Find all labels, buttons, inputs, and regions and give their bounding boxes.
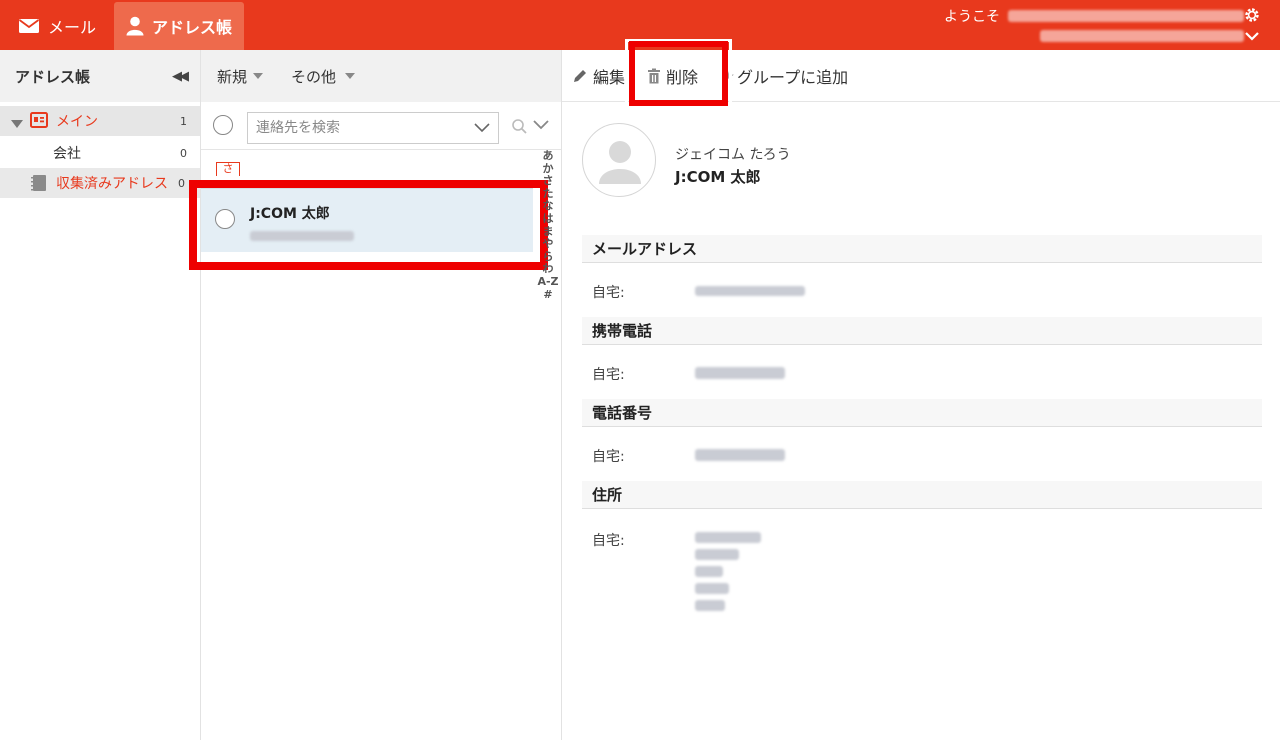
section-title: 電話番号: [592, 404, 653, 422]
contact-select-checkbox[interactable]: [215, 209, 235, 229]
section-address: 住所: [582, 481, 1262, 509]
field-label: 自宅:: [592, 449, 625, 465]
delete-button[interactable]: 削除: [647, 64, 698, 88]
sidebar-item-collected-addresses[interactable]: 収集済みアドレス 0: [0, 168, 200, 198]
account-email-redacted: [1008, 10, 1244, 22]
section-email: メールアドレス: [582, 235, 1262, 263]
field-label: 自宅:: [592, 285, 625, 301]
mail-tab[interactable]: メール: [18, 2, 96, 50]
section-title: 携帯電話: [592, 322, 653, 340]
section-phone: 電話番号: [582, 399, 1262, 427]
sidebar-item-label: 収集済みアドレス: [56, 176, 168, 192]
sidebar-item-count: 0: [180, 146, 187, 160]
index-item[interactable]: や: [543, 238, 554, 251]
collapse-sidebar-icon[interactable]: ◀◀: [172, 69, 189, 84]
index-bar: あ か さ た な は ま や ら わ A-Z #: [537, 149, 559, 302]
contact-email-redacted: [250, 231, 354, 241]
list-toolbar: 新規 その他: [201, 50, 561, 102]
phone-value-redacted[interactable]: [695, 449, 785, 461]
person-icon: [126, 16, 144, 36]
index-item[interactable]: A-Z: [537, 275, 558, 289]
address-book-tab[interactable]: アドレス帳: [114, 2, 244, 50]
edit-button-label: 編集: [593, 67, 626, 87]
chevron-down-icon[interactable]: [533, 119, 549, 135]
account-id-redacted: [1040, 30, 1244, 42]
sidebar-item-count: 1: [180, 114, 187, 128]
email-value-redacted[interactable]: [695, 286, 805, 296]
edit-button[interactable]: 編集: [572, 64, 625, 88]
avatar: [582, 123, 656, 197]
delete-button-label: 削除: [666, 67, 699, 87]
search-input[interactable]: [248, 113, 458, 143]
field-label: 自宅:: [592, 367, 625, 383]
index-item[interactable]: さ: [543, 175, 554, 188]
sidebar-item-label: メイン: [56, 114, 98, 130]
index-item[interactable]: あ: [543, 149, 554, 163]
index-item[interactable]: は: [543, 212, 554, 226]
top-bar: メール アドレス帳 ようこそ: [0, 0, 1280, 50]
chevron-down-icon[interactable]: [1244, 30, 1260, 46]
gear-icon[interactable]: [1244, 7, 1260, 27]
address-book-sidebar: アドレス帳 ◀◀ メイン 1 会社 0 収集済みアドレス 0: [0, 50, 201, 740]
contact-full-name: J:COM 太郎: [675, 168, 761, 186]
contact-detail-panel: 編集 削除 グループに追加 ジェイコム たろう J:COM 太郎 メールアドレス…: [562, 39, 1280, 740]
field-label: 自宅:: [592, 533, 625, 549]
notebook-icon: [30, 174, 48, 196]
index-group-header: さ: [216, 162, 240, 176]
star-icon: [724, 70, 735, 81]
trash-icon: [647, 68, 661, 84]
section-title: メールアドレス: [592, 240, 698, 258]
search-icon[interactable]: [511, 118, 528, 139]
address-value-redacted: [695, 532, 775, 611]
sidebar-header: アドレス帳 ◀◀: [0, 50, 200, 102]
mail-tab-label: メール: [48, 18, 97, 37]
new-button[interactable]: 新規: [217, 66, 264, 87]
contact-list-panel: 新規 その他 さ J:COM 太郎 あ か さ た: [189, 50, 562, 740]
address-book-tab-label: アドレス帳: [152, 18, 233, 37]
address-card-icon: [30, 112, 48, 132]
contact-list-item[interactable]: J:COM 太郎: [201, 188, 533, 252]
sidebar-item-company[interactable]: 会社 0: [0, 138, 200, 168]
other-button-label: その他: [291, 67, 337, 86]
sidebar-item-count: 0: [178, 176, 185, 190]
sidebar-title: アドレス帳: [15, 67, 91, 86]
add-to-group-button[interactable]: グループに追加: [724, 64, 848, 88]
welcome-label: ようこそ: [944, 9, 1000, 25]
welcome-text: ようこそ: [944, 6, 1244, 26]
sidebar-item-main[interactable]: メイン 1: [0, 106, 200, 136]
detail-toolbar: 編集 削除 グループに追加: [562, 50, 1280, 102]
sidebar-item-label: 会社: [53, 146, 81, 162]
caret-down-icon: [345, 73, 356, 79]
contact-kana: ジェイコム たろう: [675, 147, 791, 163]
search-bar: [201, 102, 561, 150]
select-all-checkbox[interactable]: [213, 115, 233, 135]
mail-icon: [18, 18, 40, 34]
search-field[interactable]: [247, 112, 499, 144]
mobile-value-redacted[interactable]: [695, 367, 785, 379]
section-title: 住所: [592, 486, 623, 504]
expand-caret-icon[interactable]: [11, 117, 23, 133]
contact-name: J:COM 太郎: [250, 206, 330, 222]
other-menu-button[interactable]: その他: [291, 66, 356, 87]
new-button-label: 新規: [217, 67, 248, 86]
pencil-icon: [572, 68, 588, 84]
search-options-chevron-icon[interactable]: [474, 121, 490, 137]
caret-down-icon: [253, 73, 264, 79]
section-mobile: 携帯電話: [582, 317, 1262, 345]
index-item[interactable]: #: [543, 288, 552, 302]
add-to-group-label: グループに追加: [737, 67, 849, 87]
